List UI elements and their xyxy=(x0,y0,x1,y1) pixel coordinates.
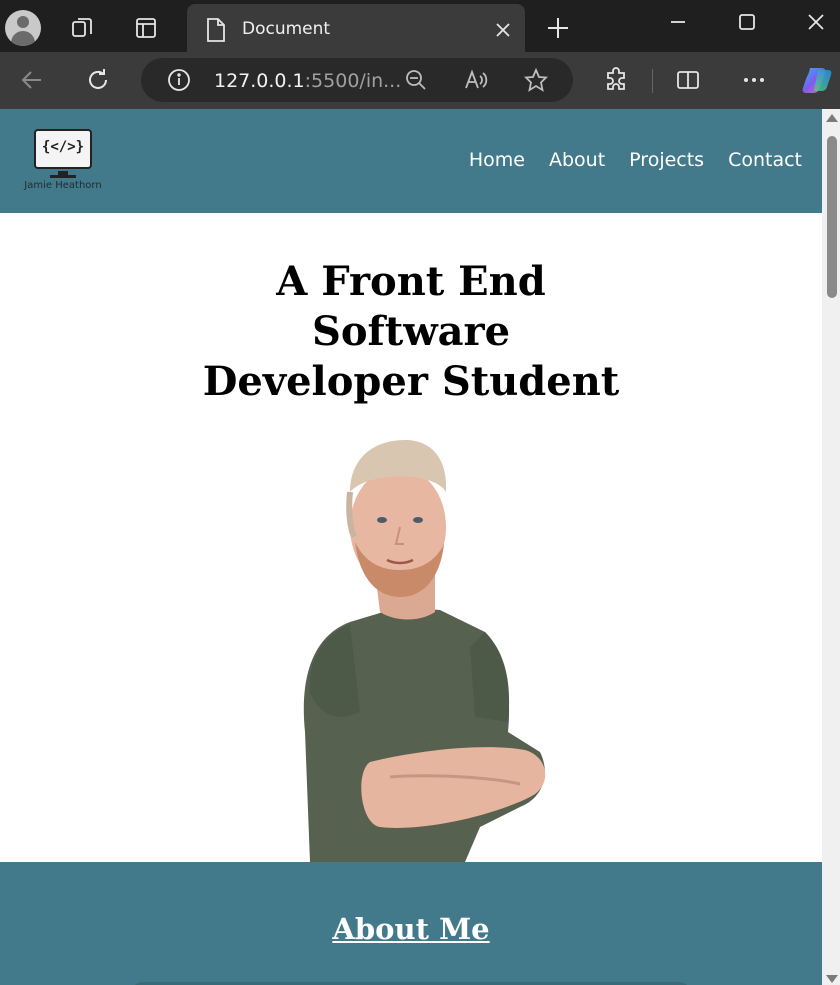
close-tab-icon[interactable] xyxy=(491,18,515,42)
close-window-icon[interactable] xyxy=(796,8,836,36)
about-section: About Me xyxy=(0,862,822,985)
about-title: About Me xyxy=(332,912,490,946)
nav-link-contact[interactable]: Contact xyxy=(728,149,802,171)
profile-avatar[interactable] xyxy=(5,10,41,46)
copilot-icon[interactable] xyxy=(800,62,836,98)
minimize-icon[interactable] xyxy=(658,8,698,36)
more-options-icon[interactable] xyxy=(738,64,770,96)
browser-toolbar: 127.0.0.1:5500/in... xyxy=(0,52,840,109)
back-icon[interactable] xyxy=(16,64,48,96)
browser-title-bar: Document xyxy=(0,0,840,56)
refresh-icon[interactable] xyxy=(82,64,114,96)
scroll-down-arrow-icon[interactable] xyxy=(826,975,838,983)
site-logo[interactable]: {</>} Jamie Heathorn xyxy=(20,127,106,197)
portrait-photo xyxy=(303,440,546,862)
split-screen-icon[interactable] xyxy=(672,64,704,96)
toolbar-divider xyxy=(652,69,653,93)
hero-title: A Front End Software Developer Student xyxy=(202,258,620,405)
tab-document[interactable]: Document xyxy=(187,4,525,56)
favorite-star-icon[interactable] xyxy=(520,64,552,96)
page-scrollbar[interactable] xyxy=(822,109,840,985)
document-icon xyxy=(205,17,227,48)
new-tab-icon[interactable] xyxy=(544,14,572,42)
nav-link-home[interactable]: Home xyxy=(469,149,525,171)
nav-link-about[interactable]: About xyxy=(549,149,605,171)
site-info-icon[interactable] xyxy=(163,64,195,96)
scrollbar-thumb[interactable] xyxy=(827,136,837,298)
maximize-icon[interactable] xyxy=(727,8,767,36)
zoom-out-icon[interactable] xyxy=(400,64,432,96)
address-text: 127.0.0.1:5500/in... xyxy=(214,70,402,92)
logo-name: Jamie Heathorn xyxy=(24,180,102,191)
extensions-icon[interactable] xyxy=(600,64,632,96)
site-nav-links: Home About Projects Contact xyxy=(469,149,802,171)
page-viewport: {</>} Jamie Heathorn Home About Projects… xyxy=(0,109,822,985)
read-aloud-icon[interactable] xyxy=(460,64,492,96)
workspaces-icon[interactable] xyxy=(69,14,97,42)
monitor-icon: {</>} xyxy=(34,129,92,169)
tab-title: Document xyxy=(242,19,331,39)
site-navbar: {</>} Jamie Heathorn Home About Projects… xyxy=(0,109,822,213)
tab-actions-icon[interactable] xyxy=(132,14,160,42)
scroll-up-arrow-icon[interactable] xyxy=(826,114,838,122)
address-bar[interactable]: 127.0.0.1:5500/in... xyxy=(141,58,573,102)
nav-link-projects[interactable]: Projects xyxy=(629,149,704,171)
